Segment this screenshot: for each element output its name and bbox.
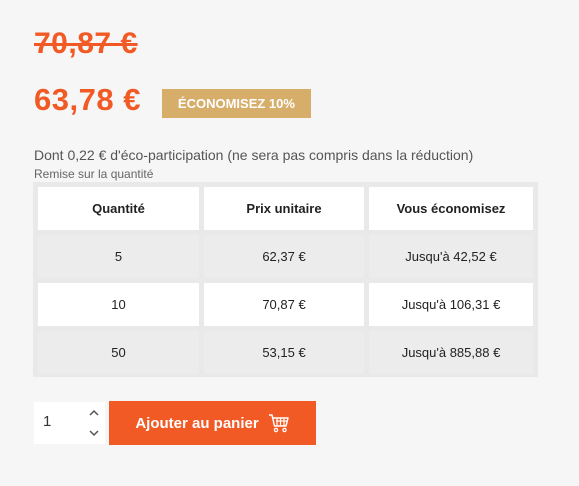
add-to-cart-label: Ajouter au panier [135,414,259,432]
old-price: 70,87 € [34,27,138,60]
chevron-down-icon[interactable] [87,426,101,440]
add-to-cart-button[interactable]: Ajouter au panier [109,401,316,445]
quantity-input[interactable] [43,413,73,430]
header-quantity: Quantité [38,187,199,230]
table-row: 5 62,37 € Jusqu'à 42,52 € [38,235,533,278]
cell-quantity: 10 [38,283,199,326]
cell-unit-price: 62,37 € [204,235,364,278]
quantity-discount-table: Quantité Prix unitaire Vous économisez 5… [33,182,538,377]
quantity-stepper [34,402,105,444]
table-header-row: Quantité Prix unitaire Vous économisez [38,187,533,230]
cell-unit-price: 70,87 € [204,283,364,326]
cell-savings: Jusqu'à 106,31 € [369,283,533,326]
cell-unit-price: 53,15 € [204,331,364,374]
cart-icon [268,413,290,433]
cell-savings: Jusqu'à 42,52 € [369,235,533,278]
discount-badge: ÉCONOMISEZ 10% [161,88,311,118]
cell-quantity: 50 [38,331,199,374]
price-row: 63,78 € ÉCONOMISEZ 10% [34,82,311,118]
quantity-discount-title: Remise sur la quantité [34,167,154,181]
table-row: 10 70,87 € Jusqu'à 106,31 € [38,283,533,326]
header-savings: Vous économisez [369,187,533,230]
cell-quantity: 5 [38,235,199,278]
eco-participation-note: Dont 0,22 € d'éco-participation (ne sera… [34,147,474,163]
chevron-up-icon[interactable] [87,406,101,420]
header-unit-price: Prix unitaire [204,187,364,230]
cell-savings: Jusqu'à 885,88 € [369,331,533,374]
table-row: 50 53,15 € Jusqu'à 885,88 € [38,331,533,374]
current-price: 63,78 € [34,82,141,117]
